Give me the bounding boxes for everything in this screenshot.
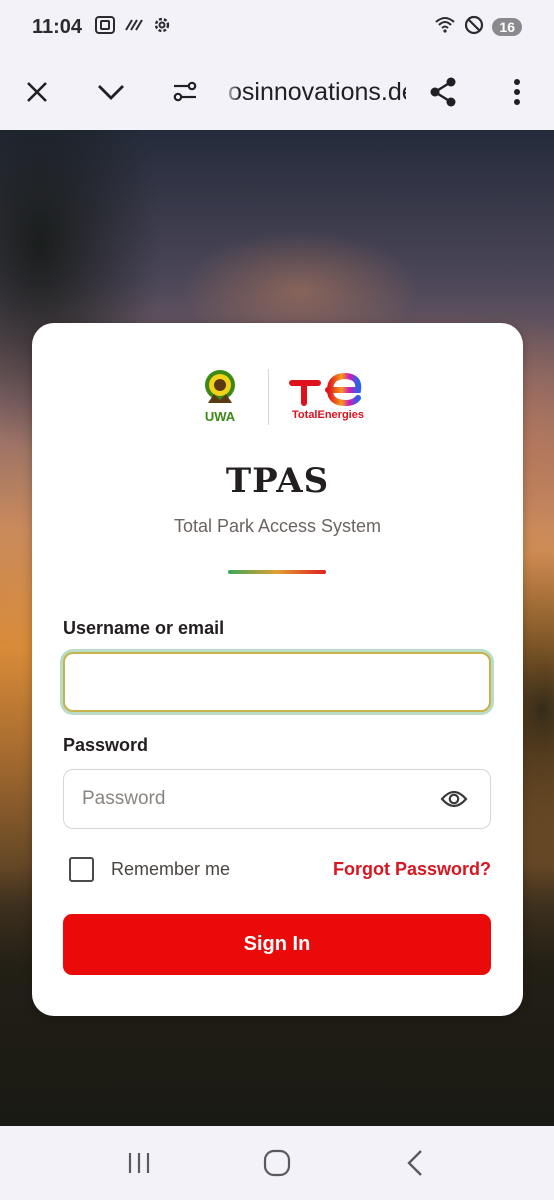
password-input[interactable]: [63, 769, 491, 829]
password-label: Password: [63, 735, 149, 755]
login-card: UWA TotalEnergies TPAS Total Park Access…: [32, 323, 523, 1016]
forgot-password-link[interactable]: Forgot Password?: [333, 859, 491, 880]
uwa-logo-text: UWA: [204, 409, 236, 424]
remember-me-label: Remember me: [111, 859, 231, 879]
show-password-button[interactable]: [438, 785, 470, 813]
notification-count-badge: 16: [492, 18, 522, 36]
remember-me-checkbox[interactable]: [69, 857, 94, 882]
settings-gear-icon: [152, 15, 172, 40]
site-settings-button[interactable]: [148, 54, 222, 130]
do-not-disturb-icon: [464, 15, 484, 40]
logos: UWA TotalEnergies: [32, 367, 523, 427]
signal-scribble-icon: [124, 18, 144, 37]
username-label: Username or email: [63, 618, 225, 638]
browser-toolbar: osinnovations.dev: [0, 54, 554, 130]
totalenergies-logo-text: TotalEnergies: [292, 409, 364, 421]
more-vert-icon: [514, 79, 520, 105]
back-button[interactable]: [385, 1133, 445, 1193]
logo-divider: [268, 369, 269, 425]
uwa-logo: UWA: [200, 367, 240, 427]
totalenergies-logo: TotalEnergies: [288, 371, 368, 425]
home-icon: [263, 1149, 291, 1177]
recent-apps-button[interactable]: [109, 1133, 169, 1193]
username-input[interactable]: [63, 652, 491, 712]
sign-in-button[interactable]: Sign In: [63, 914, 491, 975]
remember-me[interactable]: Remember me: [69, 857, 230, 882]
app-title: TPAS: [225, 461, 330, 501]
recent-apps-icon: [128, 1153, 150, 1173]
screenshot-icon: [94, 15, 116, 40]
wifi-icon: [434, 16, 456, 39]
status-time: 11:04: [32, 15, 83, 38]
home-button[interactable]: [247, 1133, 307, 1193]
close-button[interactable]: [0, 54, 74, 130]
collapse-button[interactable]: [74, 54, 148, 130]
chevron-down-icon: [98, 85, 124, 100]
more-button[interactable]: [480, 54, 554, 130]
system-nav-bar: [0, 1126, 554, 1200]
accent-divider: [228, 570, 326, 574]
url-bar[interactable]: osinnovations.dev: [222, 77, 406, 107]
back-icon: [407, 1150, 422, 1176]
status-bar: 11:04 16: [0, 0, 554, 54]
app-subtitle: Total Park Access System: [173, 516, 382, 536]
close-icon: [27, 82, 47, 102]
eye-icon: [440, 790, 468, 808]
share-icon: [430, 77, 456, 107]
site-settings-icon: [173, 81, 197, 102]
share-button[interactable]: [406, 54, 480, 130]
